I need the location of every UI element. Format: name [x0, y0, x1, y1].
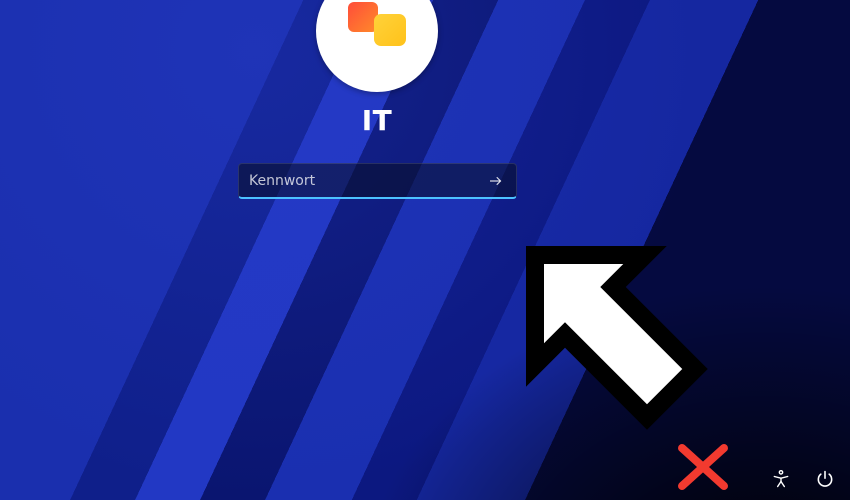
accessibility-icon	[771, 469, 791, 489]
power-icon	[815, 469, 835, 489]
avatar-microsoft-tiles-icon	[342, 0, 412, 66]
system-icons-tray	[770, 468, 836, 490]
password-input[interactable]	[249, 173, 482, 189]
wallpaper-background	[0, 0, 850, 500]
arrow-right-icon	[487, 172, 505, 190]
username-label: IT	[0, 104, 754, 137]
power-button[interactable]	[814, 468, 836, 490]
password-field-container[interactable]	[238, 163, 517, 199]
submit-arrow-button[interactable]	[482, 167, 510, 195]
accessibility-button[interactable]	[770, 468, 792, 490]
